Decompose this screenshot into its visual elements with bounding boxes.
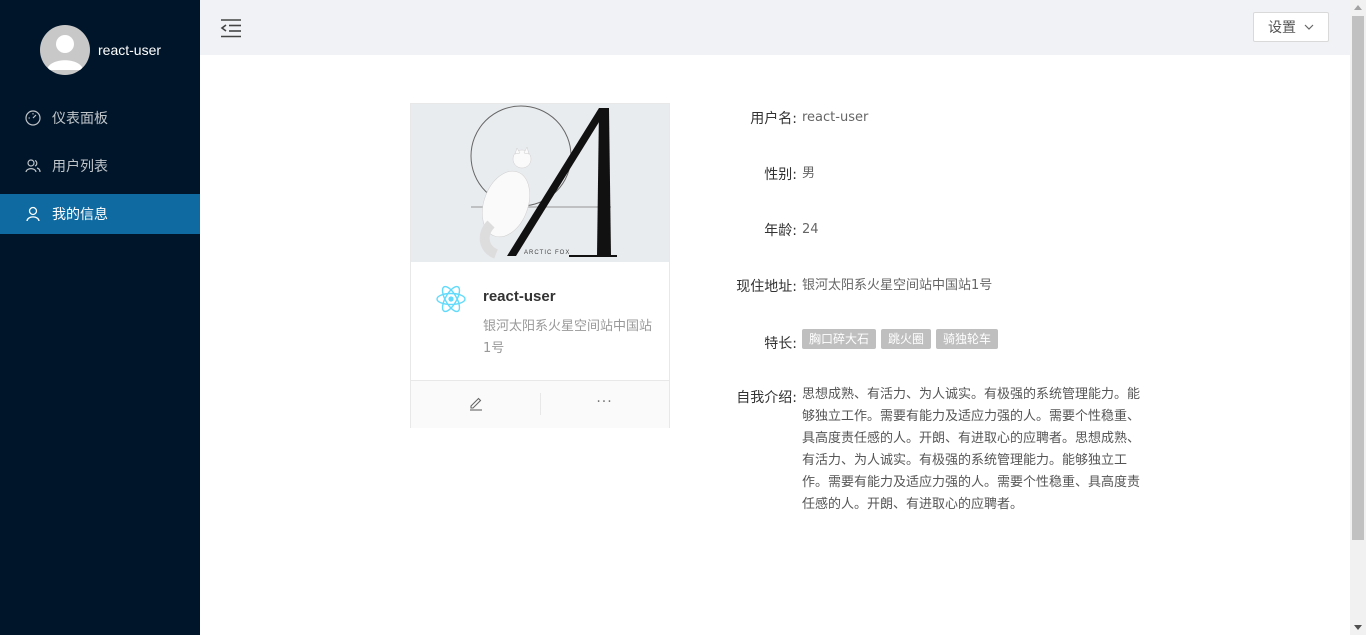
info-row-username: 用户名: react-user <box>720 108 1150 128</box>
chevron-down-icon <box>1304 19 1314 35</box>
info-row-intro: 自我介绍: 思想成熟、有活力、为人诚实。有极强的系统管理能力。能够独立工作。需要… <box>720 384 1150 516</box>
avatar[interactable] <box>40 25 90 75</box>
address-value: 银河太阳系火星空间站中国站1号 <box>802 278 993 293</box>
react-logo-icon <box>435 283 467 315</box>
header: 设置 <box>200 0 1350 55</box>
users-icon <box>24 157 42 175</box>
user-icon <box>24 205 42 223</box>
more-button[interactable]: ··· <box>540 381 669 428</box>
sidebar-item-label: 我的信息 <box>52 207 108 223</box>
gender-label: 性别: <box>764 167 797 183</box>
sidebar-item-users[interactable]: 用户列表 <box>0 146 200 186</box>
settings-dropdown-button[interactable]: 设置 <box>1253 12 1329 42</box>
skills-label: 特长: <box>764 336 797 352</box>
dashboard-icon <box>24 109 42 127</box>
scroll-up-arrow-icon[interactable] <box>1354 5 1362 10</box>
profile-card: ARCTIC FOX react-user 银河太阳系火星空间站中国站1号 ··… <box>410 103 670 428</box>
ellipsis-icon: ··· <box>596 393 613 410</box>
card-cover-image: ARCTIC FOX <box>411 104 669 262</box>
gender-value: 男 <box>802 166 816 181</box>
sidebar-item-my-info[interactable]: 我的信息 <box>0 194 200 234</box>
info-row-address: 现住地址: 银河太阳系火星空间站中国站1号 <box>720 276 1150 296</box>
sidebar-item-dashboard[interactable]: 仪表面板 <box>0 98 200 138</box>
sidebar-menu: 仪表面板 用户列表 我的信息 <box>0 98 200 242</box>
edit-icon <box>468 395 484 415</box>
address-label: 现住地址: <box>736 279 797 295</box>
skill-tag: 骑独轮车 <box>936 329 999 349</box>
sidebar-profile: react-user <box>40 25 161 75</box>
menu-fold-icon[interactable] <box>220 17 242 39</box>
settings-label: 设置 <box>1268 20 1296 36</box>
arctic-fox-illustration <box>411 104 669 262</box>
sidebar: react-user 仪表面板 用户列表 我的信息 <box>0 0 200 635</box>
skill-tag: 跳火圈 <box>881 329 932 349</box>
profile-username: react-user <box>98 42 162 58</box>
sidebar-item-label: 仪表面板 <box>52 111 108 127</box>
username-value: react-user <box>802 110 869 125</box>
info-row-skills: 特长: 胸口碎大石 跳火圈 骑独轮车 <box>720 329 1150 354</box>
scroll-down-arrow-icon[interactable] <box>1354 625 1362 630</box>
sidebar-item-label: 用户列表 <box>52 159 108 175</box>
intro-value: 思想成熟、有活力、为人诚实。有极强的系统管理能力。能够独立工作。需要有能力及适应… <box>802 387 1141 512</box>
card-title: react-user <box>483 288 556 305</box>
skills-tags: 胸口碎大石 跳火圈 骑独轮车 <box>802 329 999 354</box>
user-silhouette-icon <box>47 35 83 70</box>
edit-button[interactable] <box>411 381 540 428</box>
card-description: 银河太阳系火星空间站中国站1号 <box>483 319 653 356</box>
age-label: 年龄: <box>764 223 797 239</box>
skill-tag: 胸口碎大石 <box>802 329 877 349</box>
info-row-age: 年龄: 24 <box>720 220 1150 240</box>
username-label: 用户名: <box>750 111 797 127</box>
card-body: react-user 银河太阳系火星空间站中国站1号 <box>411 262 669 380</box>
cover-caption: ARCTIC FOX <box>524 250 571 256</box>
info-row-gender: 性别: 男 <box>720 164 1150 184</box>
card-actions: ··· <box>411 380 669 428</box>
page-scrollbar[interactable] <box>1350 0 1366 635</box>
age-value: 24 <box>802 222 819 237</box>
scrollbar-thumb[interactable] <box>1352 16 1364 540</box>
intro-label: 自我介绍: <box>736 390 797 406</box>
